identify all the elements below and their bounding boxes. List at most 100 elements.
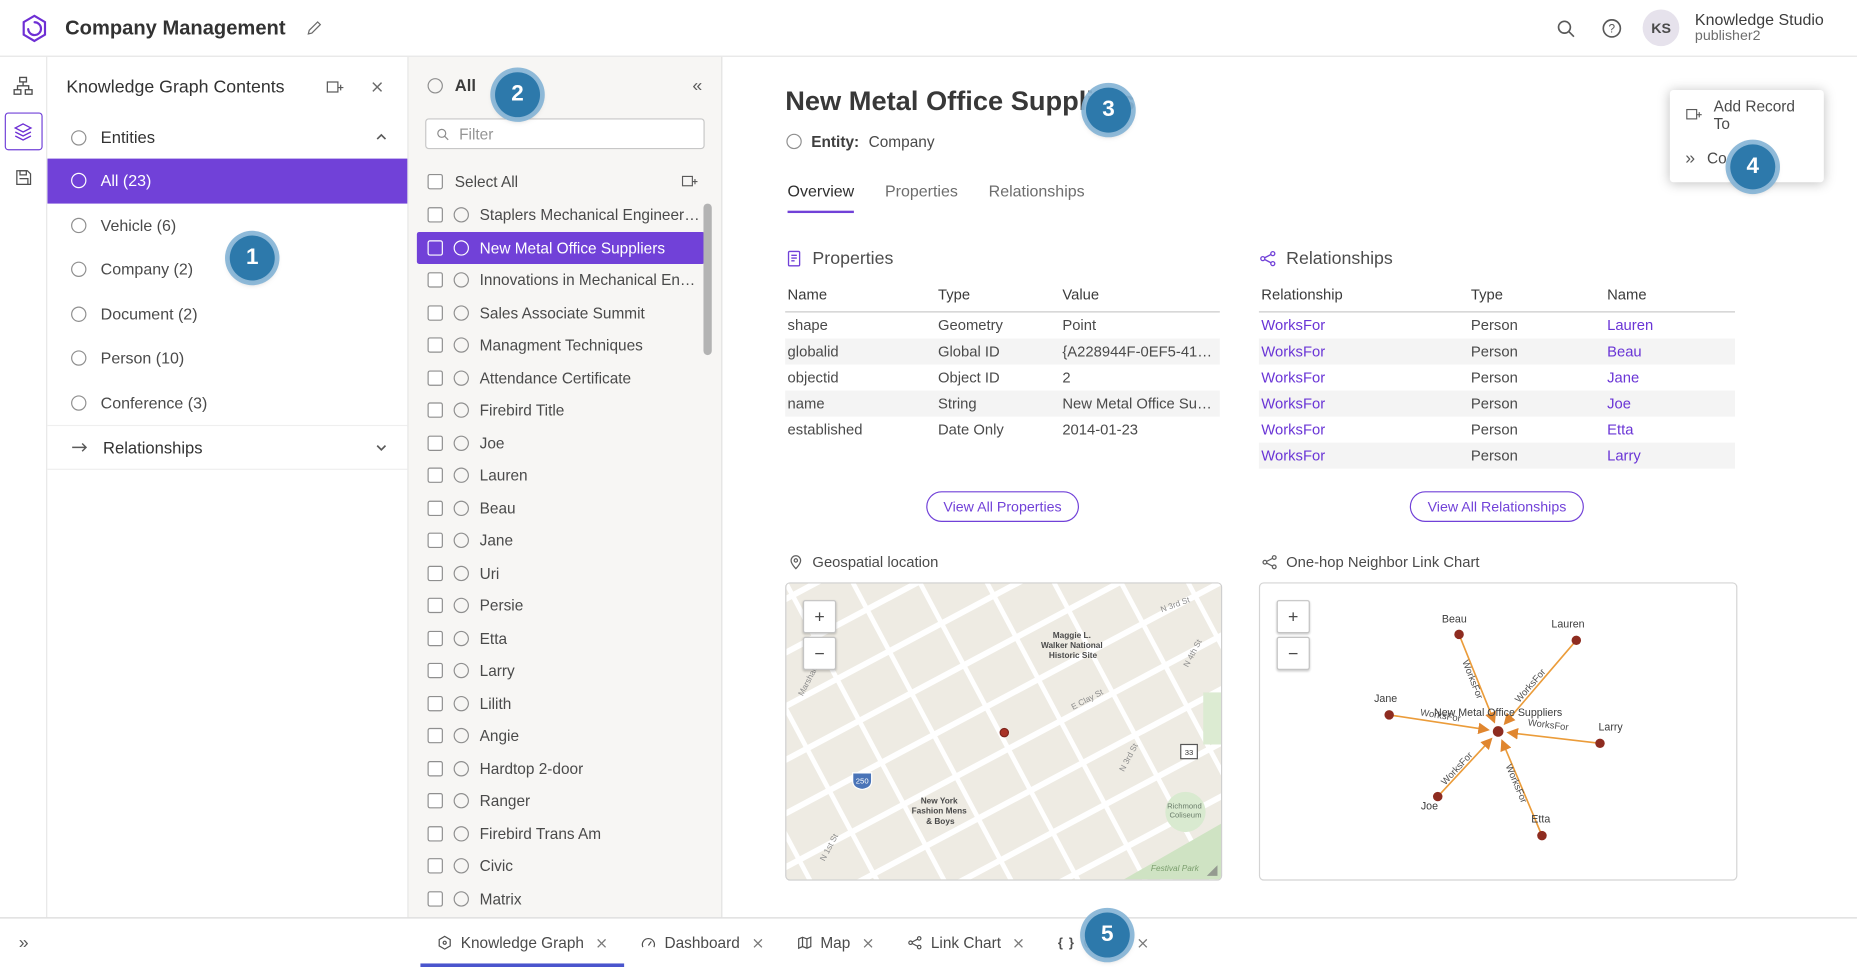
related-entity-link[interactable]: Beau <box>1607 343 1735 360</box>
item-checkbox[interactable] <box>428 858 443 873</box>
entity-list-item[interactable]: Larry <box>417 655 705 688</box>
view-all-properties-button[interactable]: View All Properties <box>926 491 1080 522</box>
relationship-link[interactable]: WorksFor <box>1261 317 1471 334</box>
relationship-row[interactable]: WorksFor Person Larry <box>1259 443 1735 469</box>
entity-list-item[interactable]: Angie <box>417 720 705 753</box>
item-checkbox[interactable] <box>428 696 443 711</box>
node-lauren[interactable] <box>1572 636 1581 645</box>
help-button[interactable]: ? <box>1597 12 1628 43</box>
filter-input[interactable] <box>457 124 694 144</box>
list-scrollbar-thumb[interactable] <box>703 204 711 356</box>
relationship-link[interactable]: WorksFor <box>1261 343 1471 360</box>
close-icon[interactable] <box>1013 937 1025 949</box>
item-checkbox[interactable] <box>428 663 443 678</box>
add-record-icon[interactable] <box>321 73 348 100</box>
item-checkbox[interactable] <box>428 207 443 222</box>
item-checkbox[interactable] <box>428 598 443 613</box>
view-tab-map[interactable]: Map <box>780 918 890 967</box>
zoom-in-button[interactable]: + <box>1277 600 1310 633</box>
entity-location-marker[interactable] <box>1000 729 1008 737</box>
entity-type-item[interactable]: Person (10) <box>47 336 407 380</box>
item-checkbox[interactable] <box>428 826 443 841</box>
close-icon[interactable] <box>752 937 764 949</box>
relationship-row[interactable]: WorksFor Person Lauren <box>1259 312 1735 338</box>
item-checkbox[interactable] <box>428 565 443 580</box>
related-entity-link[interactable]: Lauren <box>1607 317 1735 334</box>
property-row[interactable]: globalid Global ID {A228944F-0EF5-412A-.… <box>785 339 1220 365</box>
entity-list-item[interactable]: Uri <box>417 557 705 590</box>
data-model-icon[interactable] <box>5 67 41 103</box>
entity-list-item[interactable]: Innovations in Mechanical Engin... <box>417 264 705 297</box>
entity-list-item[interactable]: New Metal Office Suppliers <box>417 231 705 264</box>
zoom-out-button[interactable]: − <box>1277 637 1310 670</box>
related-entity-link[interactable]: Joe <box>1607 395 1735 412</box>
entity-list-item[interactable]: Hardtop 2-door <box>417 752 705 785</box>
relationship-link[interactable]: WorksFor <box>1261 447 1471 464</box>
save-icon[interactable] <box>5 160 41 196</box>
geospatial-map[interactable]: + − N 3rd St <box>785 582 1222 880</box>
relationship-link[interactable]: WorksFor <box>1261 395 1471 412</box>
add-record-icon[interactable] <box>676 168 702 194</box>
select-all-checkbox[interactable] <box>428 173 443 188</box>
expand-rail-icon[interactable]: » <box>0 918 47 967</box>
entity-list-item[interactable]: Firebird Trans Am <box>417 817 705 850</box>
node-larry[interactable] <box>1595 739 1604 748</box>
entity-list-item[interactable]: Lilith <box>417 687 705 720</box>
entity-type-item[interactable]: Company (2) <box>47 247 407 291</box>
relationship-row[interactable]: WorksFor Person Joe <box>1259 391 1735 417</box>
entity-type-item[interactable]: All (23) <box>47 159 407 203</box>
close-icon[interactable] <box>862 937 874 949</box>
layers-icon[interactable] <box>4 112 42 150</box>
user-avatar[interactable]: KS <box>1643 9 1680 46</box>
entity-type-item[interactable]: Vehicle (6) <box>47 203 407 247</box>
item-checkbox[interactable] <box>428 761 443 776</box>
entity-type-item[interactable]: Document (2) <box>47 292 407 336</box>
entity-type-item[interactable]: Conference (3) <box>47 381 407 425</box>
item-checkbox[interactable] <box>428 435 443 450</box>
related-entity-link[interactable]: Etta <box>1607 421 1735 438</box>
entity-list-item[interactable]: Firebird Title <box>417 394 705 427</box>
menu-item-add-record-to[interactable]: Add Record To <box>1670 92 1824 136</box>
entity-list-item[interactable]: Lauren <box>417 459 705 492</box>
entity-list-item[interactable]: Attendance Certificate <box>417 362 705 395</box>
edit-title-button[interactable] <box>301 14 328 41</box>
entity-list-item[interactable]: Staplers Mechanical Engineering <box>417 199 705 232</box>
item-checkbox[interactable] <box>428 338 443 353</box>
item-checkbox[interactable] <box>428 500 443 515</box>
zoom-in-button[interactable]: + <box>803 600 836 633</box>
relationships-section-header[interactable]: Relationships <box>47 425 407 470</box>
relationship-row[interactable]: WorksFor Person Etta <box>1259 417 1735 443</box>
map-attribution-icon[interactable] <box>1207 865 1218 876</box>
close-icon[interactable] <box>366 75 389 97</box>
item-checkbox[interactable] <box>428 793 443 808</box>
entity-list-item[interactable]: Joe <box>417 427 705 460</box>
entity-list-item[interactable]: Ranger <box>417 785 705 818</box>
item-checkbox[interactable] <box>428 273 443 288</box>
tab-overview[interactable]: Overview <box>788 182 855 213</box>
center-node[interactable] <box>1493 726 1504 737</box>
property-row[interactable]: established Date Only 2014-01-23 <box>785 417 1220 443</box>
item-checkbox[interactable] <box>428 728 443 743</box>
entity-list-item[interactable]: Persie <box>417 589 705 622</box>
entities-section-header[interactable]: Entities <box>47 116 407 159</box>
tab-relationships[interactable]: Relationships <box>989 182 1085 213</box>
related-entity-link[interactable]: Jane <box>1607 369 1735 386</box>
property-row[interactable]: objectid Object ID 2 <box>785 365 1220 391</box>
property-row[interactable]: name String New Metal Office Suppli... <box>785 391 1220 417</box>
entity-list-item[interactable]: Managment Techniques <box>417 329 705 362</box>
item-checkbox[interactable] <box>428 468 443 483</box>
one-hop-link-chart[interactable]: + − <box>1259 582 1737 880</box>
zoom-out-button[interactable]: − <box>803 637 836 670</box>
close-icon[interactable] <box>1137 937 1149 949</box>
item-checkbox[interactable] <box>428 370 443 385</box>
relationship-row[interactable]: WorksFor Person Beau <box>1259 339 1735 365</box>
entity-list-item[interactable]: Jane <box>417 524 705 557</box>
close-icon[interactable] <box>596 937 608 949</box>
item-checkbox[interactable] <box>428 533 443 548</box>
property-row[interactable]: shape Geometry Point <box>785 312 1220 338</box>
node-jane[interactable] <box>1384 710 1393 719</box>
relationship-row[interactable]: WorksFor Person Jane <box>1259 365 1735 391</box>
entity-list-item[interactable]: Civic <box>417 850 705 883</box>
entity-list-item[interactable]: Beau <box>417 492 705 525</box>
entity-list-item[interactable]: Sales Associate Summit <box>417 296 705 329</box>
